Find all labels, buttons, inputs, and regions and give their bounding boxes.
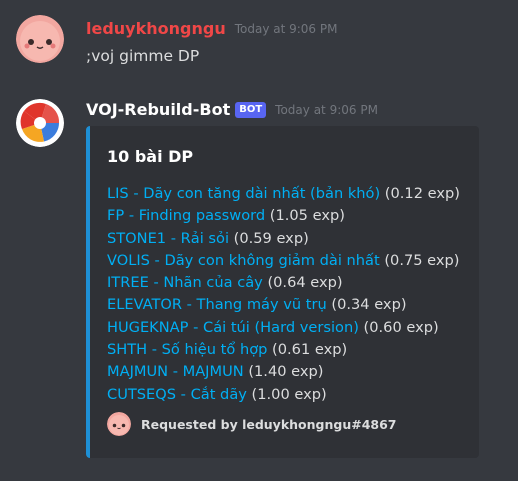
- username[interactable]: leduykhongngu: [86, 19, 226, 38]
- list-item: STONE1 - Rải sỏi (0.59 exp): [107, 228, 460, 250]
- list-item: SHTH - Số hiệu tổ hợp (0.61 exp): [107, 339, 460, 361]
- timestamp: Today at 9:06 PM: [275, 102, 378, 117]
- embed: 10 bài DP LIS - Dãy con tăng dài nhất (b…: [86, 126, 479, 458]
- bot-badge: BOT: [235, 101, 267, 118]
- message-header: VOJ-Rebuild-Bot BOT Today at 9:06 PM: [86, 100, 378, 119]
- list-item: FP - Finding password (1.05 exp): [107, 205, 460, 227]
- problem-link[interactable]: SHTH - Số hiệu tổ hợp: [107, 341, 267, 358]
- embed-title: 10 bài DP: [107, 147, 194, 166]
- list-item: LIS - Dãy con tăng dài nhất (bản khó) (0…: [107, 183, 460, 205]
- problem-exp: (0.64 exp): [262, 274, 343, 292]
- problem-link[interactable]: FP - Finding password: [107, 207, 265, 224]
- problem-link[interactable]: VOLIS - Dãy con không giảm dài nhất: [107, 252, 380, 269]
- timestamp: Today at 9:06 PM: [234, 21, 338, 36]
- problem-link[interactable]: CUTSEQS - Cắt dãy: [107, 386, 247, 403]
- problem-exp: (1.05 exp): [265, 207, 345, 225]
- list-item: CUTSEQS - Cắt dãy (1.00 exp): [107, 384, 460, 406]
- problem-exp: (0.12 exp): [380, 185, 460, 202]
- footer-avatar: [107, 412, 131, 436]
- problem-exp: (0.61 exp): [267, 341, 348, 359]
- list-item: ITREE - Nhãn của cây (0.64 exp): [107, 272, 460, 294]
- problem-link[interactable]: LIS - Dãy con tăng dài nhất (bản khó): [107, 185, 380, 202]
- message-header: leduykhongngu Today at 9:06 PM: [86, 19, 337, 38]
- problem-exp: (0.60 exp): [358, 318, 439, 336]
- bot-avatar[interactable]: [16, 99, 64, 147]
- embed-footer: Requested by leduykhongngu#4867: [107, 412, 396, 436]
- problem-exp: (0.75 exp): [379, 251, 460, 269]
- list-item: ELEVATOR - Thang máy vũ trụ (0.34 exp): [107, 294, 460, 316]
- problem-exp: (1.40 exp): [243, 363, 324, 381]
- pink-face-avatar-icon: [107, 412, 131, 436]
- problem-link[interactable]: HUGEKNAP - Cái túi (Hard version): [107, 319, 359, 336]
- problem-link[interactable]: ELEVATOR - Thang máy vũ trụ: [107, 296, 327, 313]
- pink-face-avatar-icon: [16, 15, 64, 63]
- message-user: leduykhongngu Today at 9:06 PM ;voj gimm…: [0, 0, 518, 90]
- username[interactable]: VOJ-Rebuild-Bot: [86, 100, 230, 119]
- problem-exp: (1.00 exp): [246, 385, 327, 403]
- message-content: ;voj gimme DP: [86, 47, 200, 65]
- list-item: VOLIS - Dãy con không giảm dài nhất (0.7…: [107, 250, 460, 272]
- embed-problem-list: LIS - Dãy con tăng dài nhất (bản khó) (0…: [107, 183, 460, 406]
- problem-exp: (0.59 exp): [229, 229, 309, 247]
- voj-logo-avatar-icon: [16, 99, 64, 147]
- problem-exp: (0.34 exp): [326, 296, 407, 314]
- problem-link[interactable]: ITREE - Nhãn của cây: [107, 274, 263, 291]
- list-item: MAJMUN - MAJMUN (1.40 exp): [107, 361, 460, 383]
- problem-link[interactable]: MAJMUN - MAJMUN: [107, 363, 244, 380]
- list-item: HUGEKNAP - Cái túi (Hard version) (0.60 …: [107, 317, 460, 339]
- embed-footer-text: Requested by leduykhongngu#4867: [141, 416, 397, 432]
- problem-link[interactable]: STONE1 - Rải sỏi: [107, 230, 229, 247]
- user-avatar[interactable]: [16, 15, 64, 63]
